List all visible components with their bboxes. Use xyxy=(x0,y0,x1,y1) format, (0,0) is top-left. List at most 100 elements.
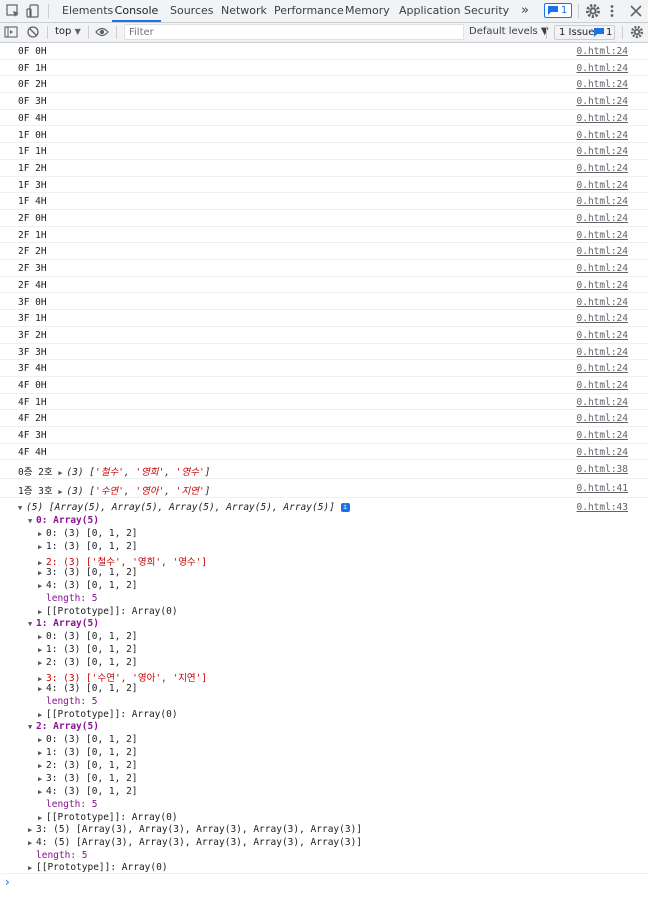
tree-leaf[interactable]: ▶ 4: (3) [0, 1, 2] xyxy=(38,580,138,591)
tree-leaf[interactable]: ▶ 2: (3) ['철수', '영희', '영수'] xyxy=(38,554,207,568)
clear-console-icon[interactable] xyxy=(26,25,40,39)
source-link[interactable]: 0.html:24 xyxy=(577,196,628,207)
tab-console[interactable]: Console xyxy=(112,0,161,22)
source-link[interactable]: 0.html:41 xyxy=(577,483,628,494)
tree-leaf[interactable]: ▶ 0: (3) [0, 1, 2] xyxy=(38,734,138,745)
log-message: 2F 3H xyxy=(18,263,47,275)
tree-node-3[interactable]: ▶ 3: (5) [Array(3), Array(3), Array(3), A… xyxy=(28,824,362,835)
source-link[interactable]: 0.html:38 xyxy=(577,464,628,475)
tree-leaf[interactable]: ▶ 4: (3) [0, 1, 2] xyxy=(38,683,138,694)
prototype-node[interactable]: ▶ [[Prototype]]: Array(0) xyxy=(38,709,178,720)
inspect-element-icon[interactable] xyxy=(5,3,21,19)
toolbar-divider xyxy=(116,26,117,39)
console-prompt[interactable]: › xyxy=(5,875,10,889)
tree-leaf[interactable]: ▶ 1: (3) [0, 1, 2] xyxy=(38,644,138,655)
source-link[interactable]: 0.html:24 xyxy=(577,313,628,324)
tree-leaf[interactable]: ▶ 1: (3) [0, 1, 2] xyxy=(38,541,138,552)
console-log-row: 1F 1H 0.html:24 xyxy=(0,143,648,160)
source-link[interactable]: 0.html:24 xyxy=(577,447,628,458)
console-log-row: 0F 2H 0.html:24 xyxy=(0,76,648,94)
prototype-node[interactable]: ▶ [[Prototype]]: Array(0) xyxy=(38,812,178,823)
source-link[interactable]: 0.html:24 xyxy=(577,79,628,90)
tree-node-0[interactable]: ▼ 0: Array(5) xyxy=(28,515,99,526)
source-link[interactable]: 0.html:24 xyxy=(577,113,628,124)
console-log-row: 1F 2H 0.html:24 xyxy=(0,160,648,177)
tab-network[interactable]: Network xyxy=(221,0,267,22)
source-link[interactable]: 0.html:24 xyxy=(577,347,628,358)
tree-leaf[interactable]: ▶ 3: (3) [0, 1, 2] xyxy=(38,773,138,784)
console-log-row: 4F 3H 0.html:24 xyxy=(0,427,648,444)
context-selector[interactable]: top ▼ xyxy=(55,26,81,37)
source-link[interactable]: 0.html:24 xyxy=(577,263,628,274)
prototype-node[interactable]: ▶ [[Prototype]]: Array(0) xyxy=(38,606,178,617)
source-link[interactable]: 0.html:24 xyxy=(577,96,628,107)
source-link[interactable]: 0.html:24 xyxy=(577,280,628,291)
source-link[interactable]: 0.html:24 xyxy=(577,180,628,191)
source-link[interactable]: 0.html:24 xyxy=(577,363,628,374)
tree-leaf[interactable]: ▶ 4: (3) [0, 1, 2] xyxy=(38,786,138,797)
tab-sources[interactable]: Sources xyxy=(170,0,214,22)
log-message: 4F 1H xyxy=(18,396,47,408)
tab-divider xyxy=(578,4,579,18)
source-link[interactable]: 0.html:43 xyxy=(577,502,628,513)
tab-application[interactable]: Application xyxy=(399,0,460,22)
log-message: 3F 0H xyxy=(18,296,47,308)
prototype-node[interactable]: ▶ [[Prototype]]: Array(0) xyxy=(28,862,168,873)
source-link[interactable]: 0.html:24 xyxy=(577,46,628,57)
tree-leaf[interactable]: ▶ 3: (3) [0, 1, 2] xyxy=(38,567,138,578)
source-link[interactable]: 0.html:24 xyxy=(577,380,628,391)
log-message: 0F 0H xyxy=(18,46,47,57)
settings-gear-icon[interactable] xyxy=(585,3,601,19)
tree-node-2[interactable]: ▼ 2: Array(5) xyxy=(28,721,99,732)
source-link[interactable]: 0.html:24 xyxy=(577,246,628,257)
sidebar-toggle-icon[interactable] xyxy=(4,25,18,39)
console-settings-gear-icon[interactable] xyxy=(630,25,644,39)
source-link[interactable]: 0.html:24 xyxy=(577,430,628,441)
eye-icon[interactable] xyxy=(95,26,109,38)
info-icon: i xyxy=(340,503,350,512)
source-link[interactable]: 0.html:24 xyxy=(577,413,628,424)
source-link[interactable]: 0.html:24 xyxy=(577,163,628,174)
source-link[interactable]: 0.html:24 xyxy=(577,330,628,341)
log-message: 0F 3H xyxy=(18,96,47,108)
source-link[interactable]: 0.html:24 xyxy=(577,146,628,157)
close-icon[interactable] xyxy=(628,3,644,19)
source-link[interactable]: 0.html:24 xyxy=(577,130,628,141)
tree-leaf[interactable]: ▶ 2: (3) [0, 1, 2] xyxy=(38,657,138,668)
length-property: length: 5 xyxy=(46,696,98,707)
source-link[interactable]: 0.html:24 xyxy=(577,230,628,241)
tree-leaf[interactable]: ▶ 0: (3) [0, 1, 2] xyxy=(38,631,138,642)
length-property: length: 5 xyxy=(36,850,88,861)
tree-leaf[interactable]: ▶ 3: (3) ['수연', '영아', '지연'] xyxy=(38,670,207,684)
tree-leaf[interactable]: ▶ 0: (3) [0, 1, 2] xyxy=(38,528,138,539)
device-toolbar-icon[interactable] xyxy=(25,3,41,19)
console-log-row: 4F 2H 0.html:24 xyxy=(0,410,648,428)
log-levels-dropdown[interactable]: Default levels ▼ xyxy=(469,26,549,37)
object-summary[interactable]: ▼ (5) [Array(5), Array(5), Array(5), Arra… xyxy=(18,502,350,513)
issues-button[interactable]: 1 Issue: 1 xyxy=(554,25,615,40)
source-link[interactable]: 0.html:24 xyxy=(577,397,628,408)
log-message: 1F 2H xyxy=(18,162,47,174)
tab-performance[interactable]: Performance xyxy=(274,0,344,22)
more-tabs-button[interactable]: » xyxy=(521,0,529,22)
console-log-row: 2F 2H 0.html:24 xyxy=(0,243,648,261)
log-message: 1F 0H xyxy=(18,129,47,141)
console-log-row: 4F 0H 0.html:24 xyxy=(0,377,648,394)
tree-node-1[interactable]: ▼ 1: Array(5) xyxy=(28,618,99,629)
console-message-row: 1층 3호 ▶ (3) ['수연', '영아', '지연'] 0.html:41 xyxy=(0,479,648,498)
console-log-row: 0F 3H 0.html:24 xyxy=(0,93,648,110)
messages-badge[interactable]: 1 xyxy=(544,3,572,18)
source-link[interactable]: 0.html:24 xyxy=(577,63,628,74)
console-log-row: 2F 4H 0.html:24 xyxy=(0,277,648,294)
issue-message-icon xyxy=(594,28,604,37)
tab-elements[interactable]: Elements xyxy=(62,0,113,22)
tree-node-4[interactable]: ▶ 4: (5) [Array(3), Array(3), Array(3), A… xyxy=(28,837,362,848)
tree-leaf[interactable]: ▶ 2: (3) [0, 1, 2] xyxy=(38,760,138,771)
tab-security[interactable]: Security xyxy=(464,0,509,22)
tree-leaf[interactable]: ▶ 1: (3) [0, 1, 2] xyxy=(38,747,138,758)
source-link[interactable]: 0.html:24 xyxy=(577,213,628,224)
tab-memory[interactable]: Memory xyxy=(345,0,390,22)
more-options-icon[interactable] xyxy=(604,3,620,19)
filter-input[interactable] xyxy=(125,25,463,40)
source-link[interactable]: 0.html:24 xyxy=(577,297,628,308)
